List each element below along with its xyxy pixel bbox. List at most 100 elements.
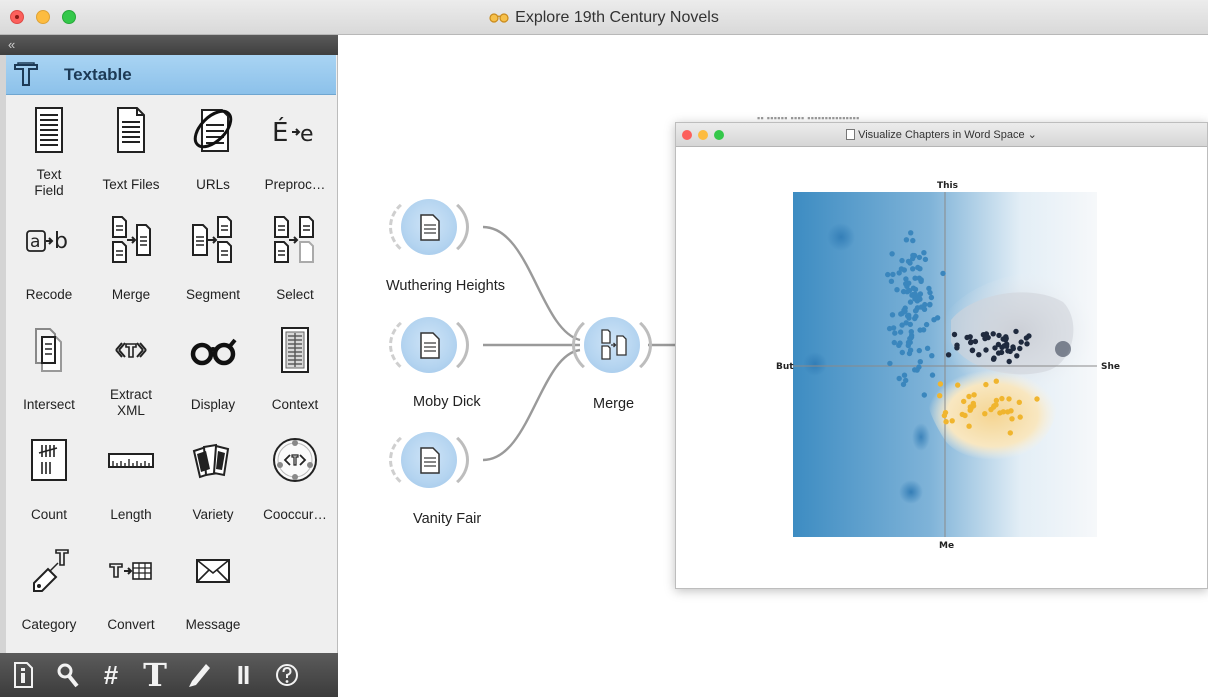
widget-label: Preproc…	[264, 177, 326, 192]
widget-intersect[interactable]: Intersect	[8, 317, 90, 427]
widget-text-files[interactable]: Text Files	[90, 97, 172, 207]
point-gold	[941, 412, 948, 419]
point-navy	[945, 352, 952, 358]
widget-select[interactable]: Select	[254, 207, 336, 317]
visualization-title[interactable]: Visualize Chapters in Word Space ⌄	[676, 128, 1207, 141]
pause-icon[interactable]: II	[230, 660, 256, 690]
point-gold	[997, 410, 1003, 416]
point-blue	[923, 321, 930, 328]
point-gold	[961, 398, 967, 405]
intersect-icon	[35, 328, 62, 372]
pen-icon[interactable]	[186, 660, 212, 690]
point-gold	[966, 423, 972, 429]
point-blue	[899, 322, 905, 328]
widget-label: Merge	[111, 287, 151, 302]
point-blue	[916, 275, 922, 281]
point-blue	[903, 281, 909, 287]
point-blue	[912, 308, 919, 314]
point-blue	[917, 359, 923, 365]
widget-context[interactable]: Context	[254, 317, 336, 427]
point-navy	[1013, 328, 1019, 335]
widget-display[interactable]: Display	[172, 317, 254, 427]
point-blue	[920, 327, 927, 333]
widget-extract-xml[interactable]: Extract XML	[90, 317, 172, 427]
hash-icon[interactable]: #	[98, 660, 124, 690]
info-icon[interactable]	[10, 660, 36, 690]
axis-label-left: But	[776, 362, 794, 372]
node-label: Moby Dick	[413, 394, 481, 410]
widget-label: Extract XML	[109, 387, 152, 418]
point-navy	[996, 332, 1002, 339]
point-blue	[921, 392, 927, 398]
point-gold	[1006, 396, 1012, 402]
help-icon[interactable]	[274, 660, 300, 690]
point-gold	[993, 397, 1000, 404]
point-blue	[916, 347, 922, 354]
point-gold	[1009, 416, 1015, 422]
point-navy	[983, 347, 989, 353]
recode-icon: a b	[26, 229, 68, 254]
widget-length[interactable]: Length	[90, 427, 172, 537]
point-blue	[910, 291, 916, 298]
point-blue	[896, 375, 902, 382]
collapse-toolbox-button[interactable]: «	[0, 35, 338, 55]
point-blue	[897, 340, 903, 346]
point-blue	[940, 270, 946, 277]
word-space-plot[interactable]	[793, 192, 1097, 537]
point-blue	[886, 325, 893, 332]
widget-label: URLs	[196, 177, 230, 192]
widget-text-field[interactable]: Text Field	[8, 97, 90, 207]
axis-label-bottom: Me	[939, 541, 955, 551]
point-navy	[951, 331, 958, 338]
point-gold	[1007, 430, 1013, 436]
widget-category[interactable]: Category	[8, 537, 90, 647]
point-gold	[999, 395, 1005, 402]
point-blue	[897, 329, 904, 335]
visualization-titlebar: Visualize Chapters in Word Space ⌄	[676, 123, 1207, 147]
widget-label: Text Files	[102, 177, 160, 192]
widget-variety[interactable]: Variety	[172, 427, 254, 537]
widget-convert[interactable]: Convert	[90, 537, 172, 647]
convert-icon	[109, 562, 152, 580]
point-gold	[966, 393, 972, 400]
point-gold	[971, 392, 977, 398]
point-blue	[921, 250, 927, 256]
panel-edge	[0, 55, 6, 655]
preprocess-icon: É e	[272, 116, 314, 148]
segment-icon	[192, 216, 232, 263]
widget-label: Recode	[25, 287, 73, 302]
document-icon	[846, 129, 856, 140]
point-blue	[922, 256, 929, 263]
category-header-textable[interactable]: Textable	[6, 55, 336, 95]
point-blue	[934, 315, 941, 321]
widget-cooccurrence[interactable]: Cooccur…	[254, 427, 336, 537]
point-blue	[887, 360, 893, 367]
point-blue	[906, 287, 913, 294]
widget-segment[interactable]: Segment	[172, 207, 254, 317]
widget-count[interactable]: Count	[8, 427, 90, 537]
search-icon[interactable]	[54, 660, 80, 690]
text-tool-icon[interactable]: T	[142, 659, 168, 691]
point-navy	[1010, 344, 1016, 350]
widget-message[interactable]: Message	[172, 537, 254, 647]
point-navy	[976, 352, 982, 358]
point-blue	[924, 345, 931, 351]
point-navy	[990, 356, 997, 362]
point-navy	[1026, 333, 1032, 339]
widget-merge[interactable]: Merge	[90, 207, 172, 317]
point-blue	[899, 349, 905, 356]
widget-recode[interactable]: a b Recode	[8, 207, 90, 317]
widget-label: Segment	[185, 287, 241, 302]
widget-label: Category	[21, 617, 77, 632]
text-files-icon	[420, 214, 440, 241]
widget-label: Message	[185, 617, 241, 632]
widget-preprocess[interactable]: É e Preproc…	[254, 97, 336, 207]
widget-label: Cooccur…	[263, 507, 327, 522]
app-icon	[489, 13, 509, 23]
point-blue	[907, 260, 913, 266]
point-blue	[889, 251, 895, 257]
text-files-icon	[420, 447, 440, 474]
point-blue	[892, 330, 898, 336]
point-blue	[927, 301, 933, 308]
widget-urls[interactable]: URLs	[172, 97, 254, 207]
